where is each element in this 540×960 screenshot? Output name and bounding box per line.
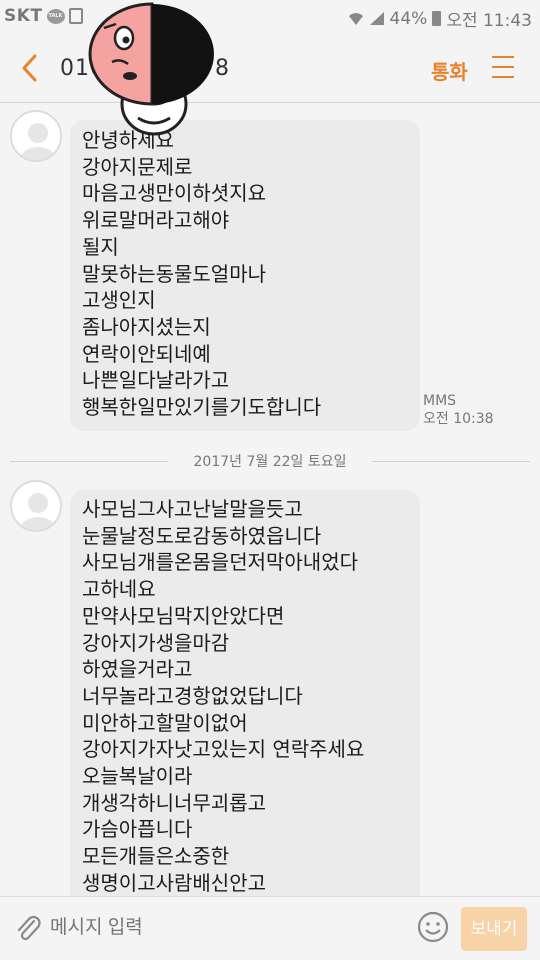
message-bubble[interactable]: 안녕하세요 강아지문제로 마음고생만이하셧지요 위로말머라고해야 될지 말못하는… [70, 120, 420, 431]
clock: 오전 11:43 [446, 11, 532, 31]
message-line: 강아지문제로 [82, 154, 193, 179]
call-button[interactable]: 통화 [431, 56, 468, 85]
conversation-header: 010 8 통화 [0, 34, 540, 102]
message-line: 강아지가생을마감 [82, 630, 230, 655]
message-line: 생명이고사람배신안고 [82, 870, 266, 895]
message-line: 오늘복날이라 [82, 764, 193, 789]
message-line: 연락이안되네예 [82, 341, 211, 366]
message-bubble[interactable]: 사모님그사고난날말을듯고 눈물날정도로감동하였읍니다 사모님개를온몸을던저막아내… [70, 490, 420, 896]
date-separator: 2017년 7월 22일 토요일 [10, 449, 530, 473]
message-line: 행복한일만있기를기도합니다 [82, 395, 322, 420]
status-bar: SKT TALK 44% 오전 11:43 [0, 0, 540, 34]
message-line: 말못하는동물도얼마나 [82, 261, 266, 286]
contact-avatar[interactable] [10, 480, 62, 532]
back-arrow-icon[interactable] [16, 52, 44, 84]
emoji-icon[interactable] [416, 910, 450, 944]
date-label: 2017년 7월 22일 토요일 [193, 454, 347, 470]
attach-icon[interactable] [14, 913, 42, 943]
battery-icon [432, 11, 442, 26]
message-line: 될지 [82, 234, 119, 259]
wifi-icon [348, 12, 363, 25]
message-line: 사모님개를온몸을던저막아내었다 [82, 550, 358, 575]
battery-percent: 44% [389, 8, 428, 29]
message-line: 나쁜일다날라가고 [82, 368, 230, 393]
message-line: 가슴아픕니다 [82, 817, 193, 842]
message-meta: MMS 오전 10:38 [423, 392, 494, 428]
message-line: 좀나아지셨는지 [82, 314, 211, 339]
send-button[interactable]: 보내기 [461, 907, 527, 951]
message-line: 너무놀라고경항없었답니다 [82, 683, 303, 708]
message-line: 모든개들은소중한 [82, 844, 230, 869]
kakaotalk-icon: TALK [46, 8, 65, 24]
message-line: 마음고생만이하셧지요 [82, 181, 266, 206]
message-line: 위로말머라고해야 [82, 208, 230, 233]
message-type: MMS [423, 393, 457, 409]
header-divider [0, 102, 540, 103]
message-time: 오전 10:38 [423, 411, 494, 427]
contact-avatar[interactable] [10, 110, 62, 162]
carrier-label: SKT [4, 6, 43, 26]
message-line: 사모님그사고난날말을듯고 [82, 497, 303, 521]
message-line: 눈물날정도로감동하였읍니다 [82, 523, 322, 548]
message-line: 만약사모님막지안았다면 [82, 603, 285, 628]
menu-icon[interactable] [492, 56, 514, 78]
character-sticker [88, 2, 214, 136]
message-line: 강아지가자낫고있는지 연락주세요 [82, 737, 365, 762]
signal-icon [369, 12, 384, 25]
message-line: 개생각하니너무괴롭고 [82, 790, 266, 815]
message-line: 고하네요 [82, 577, 156, 602]
message-line: 미안하고할말이없어 [82, 710, 248, 735]
message-line: 고생인지 [82, 288, 156, 313]
message-line: 하였을거라고 [82, 657, 193, 682]
notification-icon [68, 8, 83, 24]
message-input[interactable] [50, 911, 400, 945]
message-composer: 보내기 [0, 896, 540, 960]
